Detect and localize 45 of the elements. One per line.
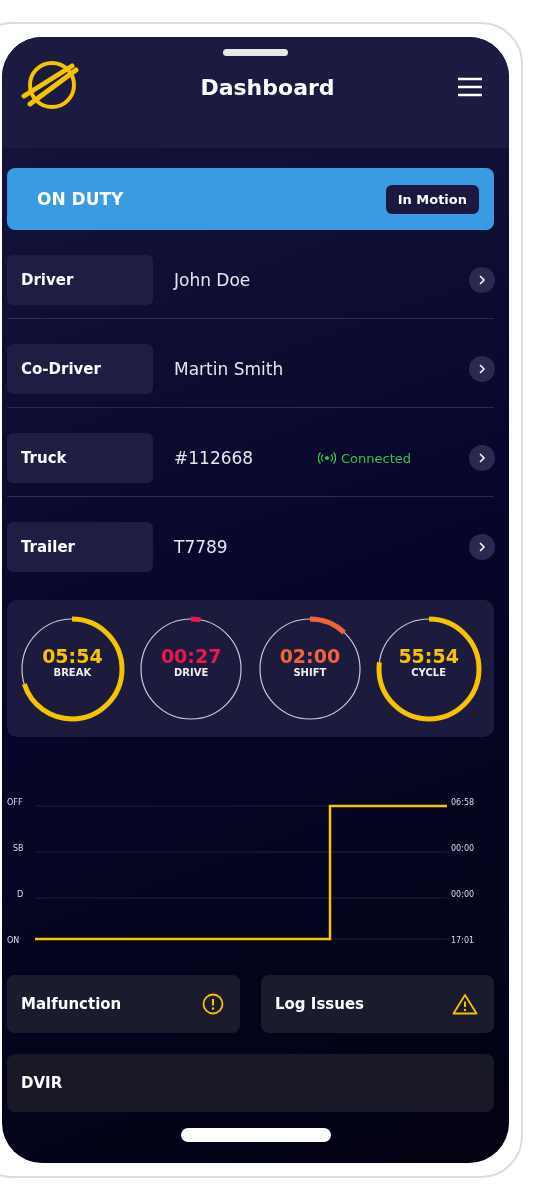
status-axis-label: D	[16, 889, 25, 901]
status-axis-label: OFF	[7, 797, 24, 809]
chevron-icon	[478, 542, 486, 552]
status-total: 06:58	[451, 797, 475, 809]
row-label: Trailer	[7, 522, 153, 572]
chevron-button[interactable]	[469, 356, 495, 382]
row-value: #112668	[174, 447, 255, 470]
dvir-button[interactable]: DVIR	[7, 1054, 494, 1112]
drag-handle	[223, 49, 288, 56]
status-total: 17:01	[451, 935, 475, 947]
status-axis-label: SB	[12, 843, 25, 855]
connection-status: Connected	[341, 450, 411, 466]
timer-value: 05:54	[41, 644, 104, 667]
menu-button[interactable]	[457, 77, 483, 97]
timer-value: 00:27	[159, 644, 223, 667]
alert-circle-icon	[202, 993, 224, 1015]
chevron-icon	[478, 453, 486, 463]
chevron-button[interactable]	[469, 267, 495, 293]
menu-icon	[457, 77, 483, 97]
status-total: 00:00	[451, 843, 475, 855]
row-label: Truck	[7, 433, 153, 483]
signal-icon	[318, 452, 336, 464]
row-label: Driver	[7, 255, 153, 305]
timer-label: SHIFT	[292, 666, 328, 678]
warning-icon	[452, 993, 478, 1015]
alert-card[interactable]: Log Issues	[261, 975, 494, 1033]
alert-card[interactable]: Malfunction	[7, 975, 240, 1033]
status-total: 00:00	[451, 889, 475, 901]
timer-value: 55:54	[397, 644, 460, 667]
row-label: Co-Driver	[7, 344, 153, 394]
row-value: Martin Smith	[174, 358, 285, 381]
row-value: John Doe	[174, 269, 252, 292]
chevron-button[interactable]	[469, 445, 495, 471]
page-title: Dashboard	[199, 74, 336, 100]
row-value: T7789	[174, 536, 229, 559]
motion-badge: In Motion	[385, 184, 479, 214]
duty-status-label: ON DUTY	[37, 189, 124, 209]
timer-label: CYCLE	[410, 666, 447, 678]
timer-label: BREAK	[52, 666, 93, 678]
chevron-button[interactable]	[469, 534, 495, 560]
chevron-icon	[478, 364, 486, 374]
status-axis-label: ON	[7, 935, 21, 947]
timer-label: DRIVE	[172, 666, 210, 678]
timer-value: 02:00	[278, 644, 342, 667]
chevron-icon	[478, 275, 486, 285]
